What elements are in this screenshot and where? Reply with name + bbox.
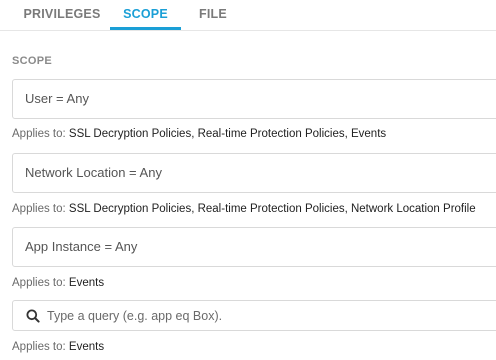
query-field[interactable] [12, 300, 496, 331]
applies-to-value: Events [68, 341, 105, 353]
applies-to-value: SSL Decryption Policies, Real-time Prote… [68, 203, 476, 215]
applies-to-label: Applies to: [12, 277, 66, 289]
network-location-scope-field[interactable]: Network Location = Any [12, 153, 496, 193]
user-scope-field[interactable]: User = Any [12, 79, 496, 119]
scope-section-title: SCOPE [12, 55, 53, 67]
network-location-applies-to: Applies to: SSL Decryption Policies, Rea… [12, 203, 476, 215]
query-applies-to: Applies to: Events [12, 341, 104, 353]
app-instance-scope-field[interactable]: App Instance = Any [12, 227, 496, 267]
applies-to-label: Applies to: [12, 128, 66, 140]
query-input[interactable] [47, 301, 487, 330]
user-scope-value: User = Any [25, 91, 89, 106]
applies-to-label: Applies to: [12, 203, 66, 215]
app-instance-scope-value: App Instance = Any [25, 239, 138, 254]
applies-to-label: Applies to: [12, 341, 66, 353]
tab-bar-divider [0, 30, 496, 31]
applies-to-value: SSL Decryption Policies, Real-time Prote… [68, 128, 387, 140]
tab-scope[interactable]: SCOPE [110, 0, 181, 29]
applies-to-value: Events [68, 277, 105, 289]
tab-privileges[interactable]: PRIVILEGES [14, 0, 110, 29]
tab-file[interactable]: FILE [191, 0, 235, 29]
user-applies-to: Applies to: SSL Decryption Policies, Rea… [12, 128, 386, 140]
tab-bar: PRIVILEGES SCOPE FILE [0, 0, 496, 31]
search-icon [26, 309, 40, 323]
app-instance-applies-to: Applies to: Events [12, 277, 104, 289]
network-location-scope-value: Network Location = Any [25, 165, 162, 180]
